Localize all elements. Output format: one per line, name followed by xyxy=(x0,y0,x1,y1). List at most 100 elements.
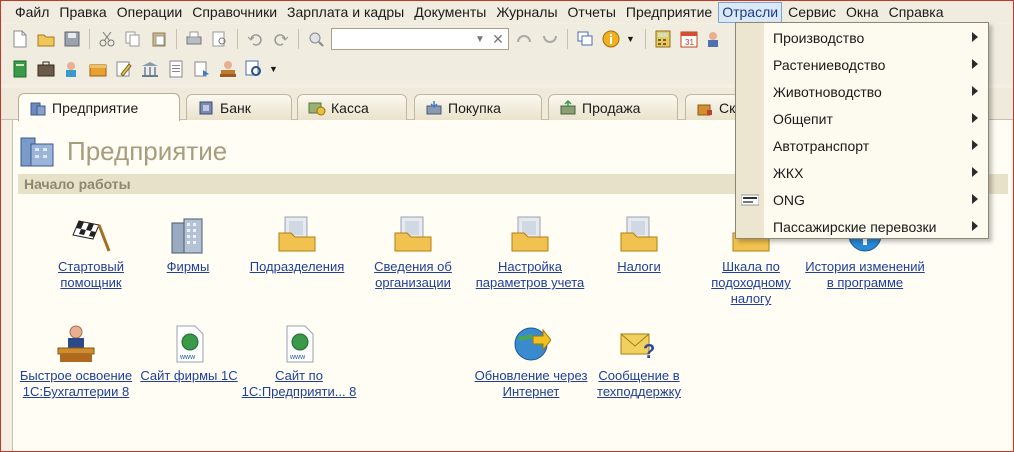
menu-reports[interactable]: Отчеты xyxy=(564,2,620,23)
menu-windows[interactable]: Окна xyxy=(842,2,883,23)
tab-enterprise[interactable]: Предприятие xyxy=(18,93,180,121)
menu-documents[interactable]: Документы xyxy=(410,2,490,23)
menu-operations[interactable]: Операции xyxy=(113,2,187,23)
tile-org-info[interactable]: Сведения об организации xyxy=(353,215,473,291)
submenu-arrow-icon xyxy=(972,86,978,96)
users-icon[interactable] xyxy=(704,28,726,50)
teacher-icon xyxy=(56,324,96,364)
calendar-icon[interactable]: 31 xyxy=(678,28,700,50)
search-input[interactable] xyxy=(332,29,482,49)
cash-icon xyxy=(308,100,326,116)
print-preview-icon[interactable] xyxy=(209,28,231,50)
submenu-arrow-icon xyxy=(972,194,978,204)
tile-accounting-settings[interactable]: Настройка параметров учета xyxy=(470,215,590,291)
menu-item-passenger-transport[interactable]: Пассажирские перевозки xyxy=(736,213,988,240)
magnifier-report-icon[interactable] xyxy=(243,58,265,80)
menu-item-ong[interactable]: ONG xyxy=(736,186,988,213)
edit-document-icon[interactable] xyxy=(113,58,135,80)
chevron-down-icon[interactable]: ▼ xyxy=(626,34,635,44)
menu-enterprise[interactable]: Предприятие xyxy=(622,2,716,23)
tile-label[interactable]: Сайт фирмы 1С xyxy=(140,368,237,384)
submenu-arrow-icon xyxy=(972,140,978,150)
paste-icon[interactable] xyxy=(148,28,170,50)
tile-label[interactable]: История изменений в программе xyxy=(805,259,925,291)
chevron-down-icon[interactable]: ▼ xyxy=(269,64,278,74)
tile-label[interactable]: Сведения об организации xyxy=(353,259,473,291)
globe-update-icon xyxy=(511,324,552,364)
print-icon[interactable] xyxy=(183,28,205,50)
menu-service[interactable]: Сервис xyxy=(784,2,840,23)
briefcase-icon[interactable] xyxy=(35,58,57,80)
menu-file[interactable]: Файл xyxy=(11,2,53,23)
document-arrow-icon[interactable] xyxy=(191,58,213,80)
toolbar-separator xyxy=(298,29,299,49)
tile-label[interactable]: Налоги xyxy=(617,259,661,275)
menu-edit[interactable]: Правка xyxy=(55,2,110,23)
menu-journals[interactable]: Журналы xyxy=(492,2,561,23)
tile-enterprise-website[interactable]: www Сайт по 1С:Предприяти... 8 xyxy=(239,324,359,400)
accountant-icon[interactable] xyxy=(217,58,239,80)
toolbar-separator xyxy=(237,29,238,49)
menu-industries[interactable]: Отрасли xyxy=(718,1,783,23)
copy-icon[interactable] xyxy=(122,28,144,50)
tile-label[interactable]: Шкала по подоходному налогу xyxy=(691,259,811,307)
menu-item-catering[interactable]: Общепит xyxy=(736,105,988,132)
open-folder-icon[interactable] xyxy=(35,28,57,50)
menu-item-motor-transport[interactable]: Автотранспорт xyxy=(736,132,988,159)
tile-internet-update[interactable]: Обновление через Интернет xyxy=(471,324,591,400)
windows-icon[interactable] xyxy=(574,28,596,50)
tile-label[interactable]: Настройка параметров учета xyxy=(470,259,590,291)
redo-icon[interactable] xyxy=(270,28,292,50)
person-icon[interactable] xyxy=(61,58,83,80)
cut-icon[interactable] xyxy=(96,28,118,50)
tile-support-message[interactable]: ? Сообщение в техподдержку xyxy=(579,324,699,400)
box-icon[interactable] xyxy=(87,58,109,80)
tab-bank[interactable]: Банк xyxy=(186,94,292,120)
tile-1c-website[interactable]: www Сайт фирмы 1С xyxy=(129,324,249,384)
tile-label[interactable]: Сообщение в техподдержку xyxy=(579,368,699,400)
save-icon[interactable] xyxy=(61,28,83,50)
book-green-icon[interactable] xyxy=(9,58,31,80)
menu-help[interactable]: Справка xyxy=(885,2,948,23)
tile-quick-learning[interactable]: Быстрое освоение 1С:Бухгалтерии 8 xyxy=(16,324,136,400)
menu-references[interactable]: Справочники xyxy=(188,2,281,23)
bank-icon[interactable] xyxy=(139,58,161,80)
folder-icon xyxy=(277,215,317,255)
report-icon[interactable] xyxy=(165,58,187,80)
toolbar-separator xyxy=(567,29,568,49)
menu-item-label: ONG xyxy=(773,191,805,208)
tile-label[interactable]: Подразделения xyxy=(250,259,345,275)
calculator-icon[interactable] xyxy=(652,28,674,50)
enterprise-buildings-icon xyxy=(19,130,59,173)
folder-icon xyxy=(510,215,550,255)
menu-salary[interactable]: Зарплата и кадры xyxy=(283,2,408,23)
info-icon[interactable] xyxy=(600,28,622,50)
page-header: Предприятие xyxy=(19,130,227,173)
tab-cash[interactable]: Касса xyxy=(297,94,407,120)
undo-icon[interactable] xyxy=(244,28,266,50)
search-prev-icon[interactable] xyxy=(513,28,535,50)
tile-label[interactable]: Сайт по 1С:Предприяти... 8 xyxy=(239,368,359,400)
tab-sales[interactable]: Продажа xyxy=(548,94,678,120)
svg-text:www: www xyxy=(289,354,306,361)
tile-taxes[interactable]: Налоги xyxy=(579,215,699,275)
clear-icon[interactable]: ✕ xyxy=(490,31,506,47)
menu-item-housing-utilities[interactable]: ЖКХ xyxy=(736,159,988,186)
search-icon[interactable] xyxy=(305,28,327,50)
new-document-icon[interactable] xyxy=(9,28,31,50)
search-field[interactable]: ▼ ✕ xyxy=(331,28,509,50)
tab-purchase[interactable]: Покупка xyxy=(414,94,542,120)
tile-label[interactable]: Обновление через Интернет xyxy=(471,368,591,400)
tile-label[interactable]: Быстрое освоение 1С:Бухгалтерии 8 xyxy=(16,368,136,400)
tile-firms[interactable]: Фирмы xyxy=(128,215,248,275)
tab-label: Продажа xyxy=(582,99,641,116)
chevron-down-icon[interactable]: ▼ xyxy=(472,29,488,49)
tile-label[interactable]: Фирмы xyxy=(167,259,210,275)
search-next-icon[interactable] xyxy=(539,28,561,50)
menu-item-production[interactable]: Производство xyxy=(736,24,988,51)
menu-item-livestock[interactable]: Животноводство xyxy=(736,78,988,105)
menu-item-crop-farming[interactable]: Растениеводство xyxy=(736,51,988,78)
tile-departments[interactable]: Подразделения xyxy=(237,215,357,275)
page-title: Предприятие xyxy=(67,136,228,166)
enterprise-icon xyxy=(29,100,47,116)
